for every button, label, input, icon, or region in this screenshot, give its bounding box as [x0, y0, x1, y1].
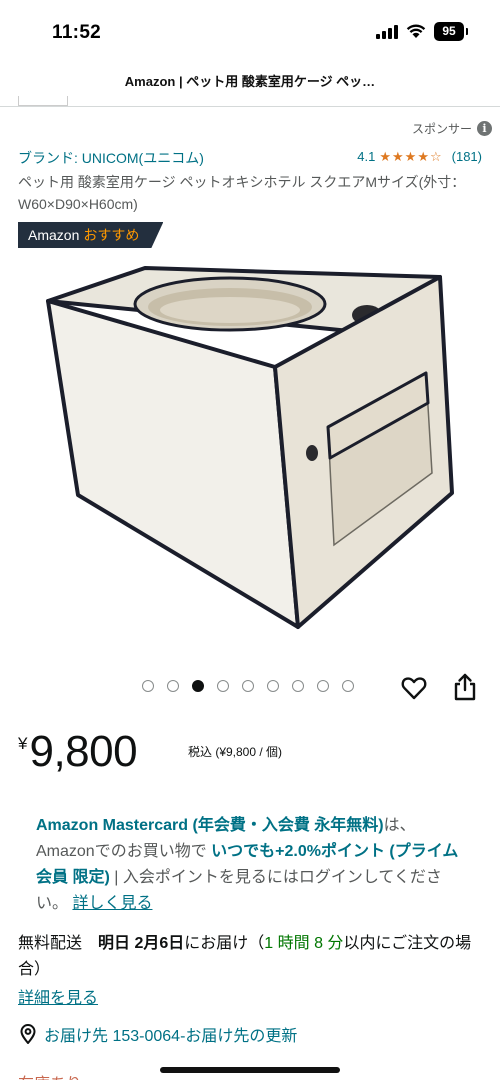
promo-details-link[interactable]: 詳しく見る: [72, 895, 152, 912]
image-carousel-dots: [142, 680, 354, 692]
star-icon: ★: [417, 149, 429, 164]
carousel-dot[interactable]: [242, 680, 254, 692]
home-indicator[interactable]: [160, 1067, 340, 1073]
sponsored-label[interactable]: スポンサー i: [412, 120, 492, 137]
delivery-middle: にお届け（: [184, 935, 265, 952]
rating[interactable]: 4.1 ★ ★ ★ ★ ☆ (181): [357, 149, 482, 164]
rating-count: (181): [451, 149, 482, 164]
mastercard-promo: Amazon Mastercard (年会費・入会費 永年無料)は、Amazon…: [36, 813, 466, 917]
product-title: ペット用 酸素室用ケージ ペットオキシホテル スクエアMサイズ(外寸：W60×D…: [18, 174, 466, 212]
rating-value: 4.1: [357, 149, 376, 164]
status-icons: 95: [376, 22, 468, 41]
carousel-dot[interactable]: [192, 680, 204, 692]
share-icon[interactable]: [452, 672, 478, 702]
sponsored-text: スポンサー: [411, 122, 472, 136]
promo-card-name[interactable]: Amazon Mastercard (年会費・入会費 永年無料): [36, 817, 384, 834]
wifi-icon: [406, 24, 426, 38]
carousel-dot[interactable]: [342, 680, 354, 692]
divider: [0, 106, 500, 107]
delivery-info: 無料配送 明日 2月6日にお届け（1 時間 8 分以内にご注文の場合）: [18, 931, 488, 983]
carousel-dot[interactable]: [267, 680, 279, 692]
product-image[interactable]: [30, 255, 470, 640]
heart-icon[interactable]: [400, 674, 428, 702]
carousel-dot[interactable]: [317, 680, 329, 692]
page-title-bar: Amazon | ペット用 酸素室用ケージ ペッ…: [0, 64, 500, 100]
carousel-dot[interactable]: [167, 680, 179, 692]
delivery-details-link[interactable]: 詳細を見る: [18, 984, 98, 1008]
badge-accent: おすすめ: [83, 227, 140, 243]
location-pin-icon: [20, 1024, 36, 1044]
brand-link[interactable]: ブランド: UNICOM(ユニコム): [18, 148, 204, 168]
price-note: 税込 (¥9,800 / 個): [188, 745, 283, 759]
stock-status-partial: 在庫あり: [18, 1070, 82, 1080]
partial-element: [18, 96, 68, 106]
price-value: 9,800: [29, 727, 138, 776]
badge-prefix: Amazon: [28, 227, 80, 243]
star-icon: ★: [379, 149, 392, 164]
status-bar: 11:52 95: [0, 0, 500, 64]
star-rating: ★ ★ ★ ★ ☆: [379, 150, 441, 163]
delivery-address[interactable]: お届け先 153-0064-お届け先の更新: [20, 1022, 297, 1046]
brand-row: ブランド: UNICOM(ユニコム) 4.1 ★ ★ ★ ★ ☆ (181): [18, 148, 482, 168]
delivery-countdown: 1 時間 8 分: [264, 935, 344, 952]
carousel-dot[interactable]: [217, 680, 229, 692]
amazon-choice-badge: Amazon おすすめ: [18, 222, 163, 248]
address-text: お届け先 153-0064-お届け先の更新: [44, 1028, 298, 1045]
delivery-date: 明日 2月6日: [98, 935, 185, 952]
battery-icon: 95: [434, 22, 468, 41]
star-empty-icon: ☆: [429, 149, 442, 164]
carousel-dot[interactable]: [142, 680, 154, 692]
price-currency: ¥: [18, 734, 28, 753]
star-icon: ★: [392, 149, 404, 164]
info-icon[interactable]: i: [477, 121, 492, 136]
star-icon: ★: [404, 149, 417, 164]
price: ¥ 9,800: [18, 727, 138, 782]
signal-icon: [376, 24, 398, 39]
delivery-prefix: 無料配送: [18, 935, 83, 952]
status-time: 11:52: [52, 22, 102, 43]
carousel-dot[interactable]: [292, 680, 304, 692]
page-title: Amazon | ペット用 酸素室用ケージ ペッ…: [124, 74, 376, 89]
